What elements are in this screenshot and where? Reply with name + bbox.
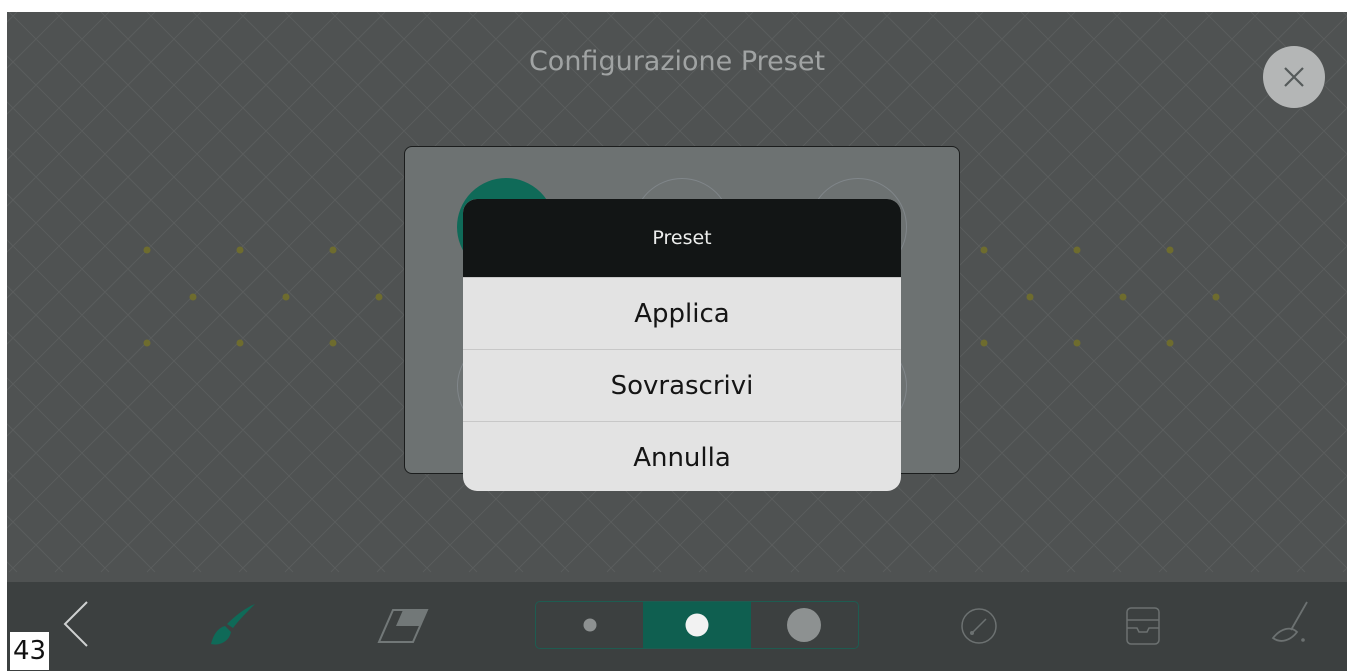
size-large-option[interactable] — [751, 602, 858, 648]
pattern-dot — [1073, 339, 1081, 347]
preset-dialog: Preset Applica Sovrascrivi Annulla — [463, 199, 901, 491]
page-number: 43 — [10, 632, 50, 670]
pattern-dot — [143, 339, 151, 347]
tray-icon[interactable] — [1125, 606, 1161, 646]
dialog-title: Preset — [463, 199, 901, 277]
size-medium-option[interactable] — [643, 602, 751, 648]
size-large-dot — [787, 608, 822, 642]
page-title: Configurazione Preset — [528, 46, 826, 77]
broom-icon[interactable] — [1269, 600, 1313, 648]
pattern-dot — [236, 339, 244, 347]
pattern-dot — [980, 339, 988, 347]
pattern-dot — [329, 246, 337, 254]
size-medium-dot — [685, 613, 709, 637]
stroke-size-selector — [535, 601, 859, 649]
chevron-left-icon[interactable] — [57, 598, 97, 650]
pattern-dot — [375, 293, 383, 301]
pattern-dot — [282, 293, 290, 301]
close-button[interactable] — [1263, 46, 1325, 108]
overwrite-option[interactable]: Sovrascrivi — [463, 349, 901, 421]
close-icon — [1284, 67, 1304, 87]
pattern-dot — [189, 293, 197, 301]
pattern-dot — [236, 246, 244, 254]
apply-option[interactable]: Applica — [463, 277, 901, 349]
pattern-dot — [1166, 246, 1174, 254]
pattern-dot — [1212, 293, 1220, 301]
pattern-dot — [143, 246, 151, 254]
app-screen: Configurazione Preset Preset Applica Sov… — [7, 12, 1347, 671]
pattern-dot — [329, 339, 337, 347]
eraser-icon[interactable] — [377, 602, 431, 648]
bottom-toolbar — [7, 582, 1347, 671]
cancel-option[interactable]: Annulla — [463, 421, 901, 491]
compass-icon[interactable] — [959, 606, 999, 646]
size-small-dot — [583, 618, 597, 632]
pattern-dot — [980, 246, 988, 254]
size-small-option[interactable] — [536, 602, 643, 648]
pattern-dot — [1166, 339, 1174, 347]
pattern-dot — [1073, 246, 1081, 254]
brush-icon[interactable] — [207, 598, 261, 652]
pattern-dot — [1119, 293, 1127, 301]
pattern-dot — [1026, 293, 1034, 301]
